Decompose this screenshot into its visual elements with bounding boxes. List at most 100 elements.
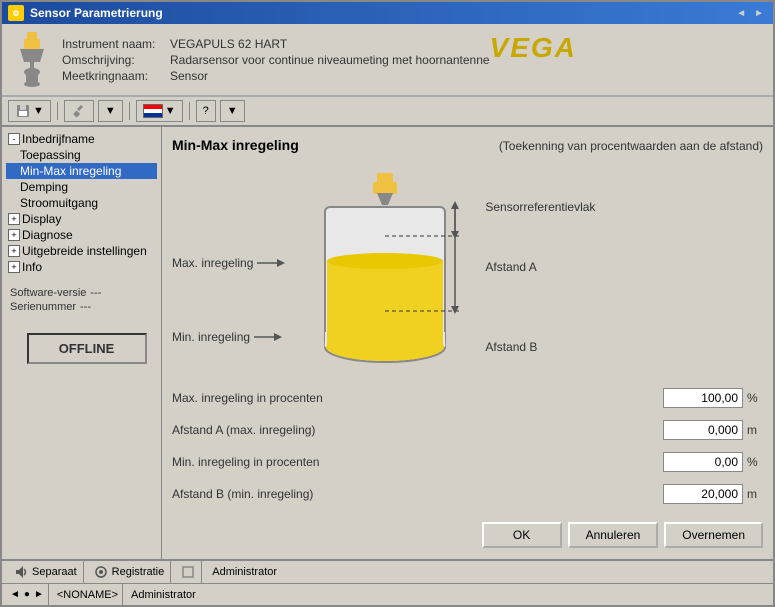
toolbar-btn-tools-dd[interactable]: ▼ xyxy=(98,100,123,122)
circuit-value: Sensor xyxy=(170,69,208,83)
toolbar-btn-tools[interactable] xyxy=(64,100,94,122)
sidebar-item-demping-label: Demping xyxy=(20,180,68,194)
form-unit-0: % xyxy=(747,391,763,405)
form-input-group-2: % xyxy=(663,452,763,472)
section-subtitle: (Toekenning van procentwaarden aan de af… xyxy=(499,139,763,153)
form-row-1: Afstand A (max. inregeling) m xyxy=(172,418,763,442)
toolbar-btn-help[interactable]: ? xyxy=(196,100,216,122)
dist-a-label: Afstand A xyxy=(485,260,595,274)
save-icon xyxy=(15,103,31,119)
software-value: --- xyxy=(90,287,101,299)
sidebar-item-display-label: Display xyxy=(22,212,61,226)
sensor-ref-label: Sensorreferentievlak xyxy=(485,200,595,214)
form-unit-2: % xyxy=(747,455,763,469)
sidebar-item-inbedrijfname[interactable]: - Inbedrijfname xyxy=(6,131,157,147)
window-title: Sensor Parametrierung xyxy=(30,6,163,20)
offline-button[interactable]: OFFLINE xyxy=(27,333,147,364)
form-input-3[interactable] xyxy=(663,484,743,504)
flag-icon xyxy=(143,104,163,118)
sidebar-item-uitgebreide[interactable]: + Uitgebreide instellingen xyxy=(6,243,157,259)
expand-info[interactable]: + xyxy=(8,261,20,273)
expand-uitgebreide[interactable]: + xyxy=(8,245,20,257)
main-content: - Inbedrijfname Toepassing Min-Max inreg… xyxy=(2,127,773,559)
bottom-nav-next[interactable]: ► xyxy=(34,589,44,600)
sidebar-item-info[interactable]: + Info xyxy=(6,259,157,275)
offline-label: OFFLINE xyxy=(59,341,115,356)
sidebar-item-inbedrijfname-label: Inbedrijfname xyxy=(22,132,95,146)
sidebar-item-display[interactable]: + Display xyxy=(6,211,157,227)
form-input-2[interactable] xyxy=(663,452,743,472)
title-bar-controls: ◄ ► xyxy=(733,8,767,19)
sidebar-footer: Software-versie --- Serienummer --- OFFL… xyxy=(6,283,157,368)
expand-diagnose[interactable]: + xyxy=(8,229,20,241)
nav-next[interactable]: ► xyxy=(751,8,767,19)
status-bar: Separaat Registratie Administrator xyxy=(2,559,773,583)
apply-button[interactable]: Overnemen xyxy=(664,522,763,548)
min-label-text: Min. inregeling xyxy=(172,330,250,344)
content-area: Min-Max inregeling (Toekenning van proce… xyxy=(162,127,773,559)
section-title: Min-Max inregeling xyxy=(172,137,299,153)
min-arrow-icon xyxy=(254,330,282,344)
bottom-nav: ◄ ● ► xyxy=(6,584,49,605)
instrument-value: VEGAPULS 62 HART xyxy=(170,37,287,51)
toolbar-btn-help-dd[interactable]: ▼ xyxy=(220,100,245,122)
record-icon xyxy=(94,565,108,579)
dist-b-label: Afstand B xyxy=(485,340,595,354)
max-label-text: Max. inregeling xyxy=(172,256,253,270)
form-input-group-0: % xyxy=(663,388,763,408)
max-label: Max. inregeling xyxy=(172,256,285,270)
form-label-2: Min. inregeling in procenten xyxy=(172,455,663,469)
sidebar-item-stroomuitgang[interactable]: Stroomuitgang xyxy=(6,195,157,211)
status-separaat-text: Separaat xyxy=(32,566,77,578)
sidebar-item-uitgebreide-label: Uitgebreide instellingen xyxy=(22,244,147,258)
main-window: ⚙ Sensor Parametrierung ◄ ► Instrument n xyxy=(0,0,775,607)
sidebar-item-minmax[interactable]: Min-Max inregeling xyxy=(6,163,157,179)
bottom-nav-prev[interactable]: ◄ xyxy=(10,589,20,600)
sidebar-item-diagnose[interactable]: + Diagnose xyxy=(6,227,157,243)
serial-value: --- xyxy=(80,301,91,313)
nav-prev[interactable]: ◄ xyxy=(733,8,749,19)
expand-display[interactable]: + xyxy=(8,213,20,225)
sidebar-item-demping[interactable]: Demping xyxy=(6,179,157,195)
bottom-noname-text: <NONAME> xyxy=(57,589,118,601)
sidebar-item-info-label: Info xyxy=(22,260,42,274)
header-section: Instrument naam: VEGAPULS 62 HART Omschr… xyxy=(2,24,773,97)
form-input-1[interactable] xyxy=(663,420,743,440)
square-icon xyxy=(181,565,195,579)
diagram-left-labels: Max. inregeling Min. inregeling xyxy=(172,201,285,344)
max-arrow-icon xyxy=(257,256,285,270)
description-label: Omschrijving: xyxy=(62,53,162,67)
form-row-2: Min. inregeling in procenten % xyxy=(172,450,763,474)
expand-inbedrijfname[interactable]: - xyxy=(8,133,20,145)
sidebar-item-toepassing[interactable]: Toepassing xyxy=(6,147,157,163)
diagram-area: Max. inregeling Min. inregeling xyxy=(172,171,763,374)
form-area: Max. inregeling in procenten % Afstand A… xyxy=(172,386,763,548)
status-registratie-text: Registratie xyxy=(112,566,165,578)
form-unit-1: m xyxy=(747,423,763,437)
status-separaat: Separaat xyxy=(8,561,84,583)
form-row-0: Max. inregeling in procenten % xyxy=(172,386,763,410)
speaker-icon xyxy=(14,565,28,579)
sidebar-item-stroomuitgang-label: Stroomuitgang xyxy=(20,196,98,210)
cancel-button[interactable]: Annuleren xyxy=(568,522,659,548)
status-admin: Administrator xyxy=(206,561,283,583)
form-label-3: Afstand B (min. inregeling) xyxy=(172,487,663,501)
diagram-right-labels: Sensorreferentievlak Afstand A Afstand B xyxy=(485,192,595,354)
toolbar-btn-save[interactable]: ▼ xyxy=(8,100,51,122)
status-empty xyxy=(175,561,202,583)
form-input-group-1: m xyxy=(663,420,763,440)
bottom-nav-dot[interactable]: ● xyxy=(24,589,30,600)
toolbar: ▼ ▼ ▼ ? ▼ xyxy=(2,97,773,127)
form-input-0[interactable] xyxy=(663,388,743,408)
sidebar-item-toepassing-label: Toepassing xyxy=(20,148,81,162)
form-label-0: Max. inregeling in procenten xyxy=(172,391,663,405)
tank-svg xyxy=(295,171,475,371)
sensor-image xyxy=(12,32,52,87)
vega-logo: VEGA xyxy=(490,32,577,64)
button-row: OK Annuleren Overnemen xyxy=(172,516,763,548)
toolbar-btn-flag[interactable]: ▼ xyxy=(136,100,183,122)
min-label: Min. inregeling xyxy=(172,330,285,344)
tank-diagram xyxy=(295,171,475,374)
ok-button[interactable]: OK xyxy=(482,522,562,548)
bottom-bar: ◄ ● ► <NONAME> Administrator xyxy=(2,583,773,605)
